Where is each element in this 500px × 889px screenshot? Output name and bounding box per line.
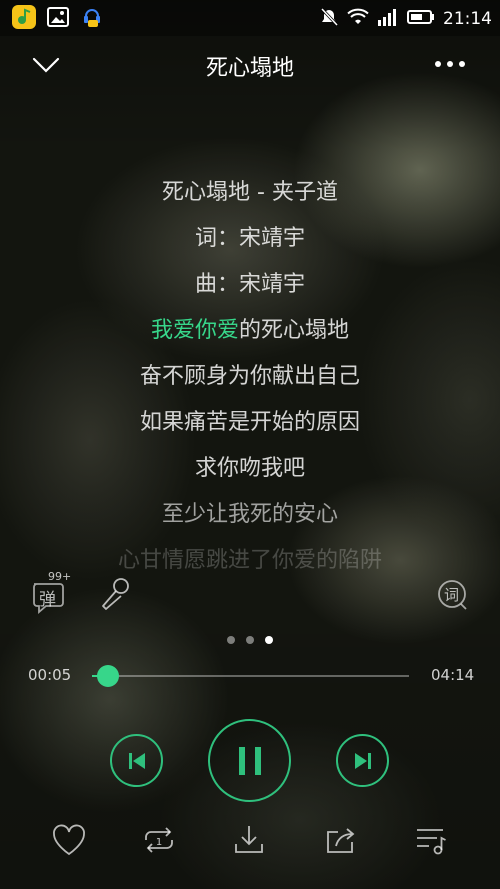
lyric-line: 曲：宋靖宇 bbox=[194, 272, 305, 297]
danmu-button[interactable]: 弹 99+ bbox=[30, 570, 72, 616]
gallery-app-icon bbox=[46, 5, 70, 29]
page-dot[interactable] bbox=[246, 636, 254, 644]
microphone-icon bbox=[102, 578, 129, 610]
lyric-line: 求你吻我吧 bbox=[194, 456, 305, 481]
play-mode-button[interactable]: 1 bbox=[140, 822, 180, 860]
lyric-unsung-part: 的死心塌地 bbox=[239, 318, 350, 343]
lyric-line: 词：宋靖宇 bbox=[194, 226, 305, 251]
status-bar: 21:14 bbox=[0, 0, 500, 36]
lyric-options-label: 词 bbox=[444, 586, 460, 604]
favorite-button[interactable] bbox=[50, 822, 90, 860]
lyric-line-current: 我爱你爱的死心塌地 bbox=[0, 308, 500, 354]
heart-icon bbox=[53, 824, 85, 856]
chat-app-icon bbox=[80, 5, 104, 29]
mute-icon bbox=[319, 7, 339, 31]
next-button[interactable] bbox=[336, 734, 389, 787]
more-dots-icon bbox=[435, 61, 465, 67]
more-button[interactable] bbox=[432, 54, 472, 78]
repeat-one-icon: 1 bbox=[145, 827, 173, 853]
lyric-line: 奋不顾身为你献出自己 bbox=[139, 364, 360, 389]
karaoke-button[interactable] bbox=[96, 572, 136, 616]
pause-icon bbox=[238, 746, 261, 775]
danmu-count-badge: 99+ bbox=[48, 570, 72, 583]
skip-next-icon bbox=[354, 752, 371, 769]
share-button[interactable] bbox=[322, 822, 362, 860]
player-header: 死心塌地 bbox=[0, 36, 500, 96]
current-time: 00:05 bbox=[28, 666, 72, 684]
download-button[interactable] bbox=[230, 822, 270, 860]
svg-text:1: 1 bbox=[156, 837, 162, 848]
qq-music-app-icon bbox=[12, 5, 36, 29]
lyrics-panel[interactable]: 死心塌地 - 夹子道 词：宋靖宇 曲：宋靖宇 我爱你爱的死心塌地 奋不顾身为你献… bbox=[0, 170, 500, 584]
signal-icon bbox=[377, 8, 399, 30]
pause-button[interactable] bbox=[208, 719, 291, 802]
danmu-label: 弹 bbox=[39, 590, 56, 610]
lyric-line: 如果痛苦是开始的原因 bbox=[139, 410, 360, 435]
page-dot[interactable] bbox=[227, 636, 235, 644]
song-title: 死心塌地 bbox=[205, 56, 294, 81]
status-time: 21:14 bbox=[443, 9, 492, 29]
lyrics-options-button[interactable]: 词 bbox=[432, 572, 472, 616]
skip-previous-icon bbox=[128, 752, 145, 769]
page-indicator bbox=[0, 636, 500, 644]
page-dot-active[interactable] bbox=[265, 636, 273, 644]
lyric-line: 心甘情愿跳进了你爱的陷阱 bbox=[117, 548, 382, 573]
wifi-icon bbox=[347, 8, 369, 30]
battery-icon bbox=[407, 9, 435, 29]
lyric-sung-part: 我爱你爱 bbox=[150, 318, 239, 343]
total-time: 04:14 bbox=[431, 666, 475, 684]
previous-button[interactable] bbox=[110, 734, 163, 787]
share-icon bbox=[327, 828, 355, 853]
seek-bar[interactable] bbox=[92, 665, 409, 687]
playlist-icon bbox=[417, 829, 446, 855]
download-icon bbox=[235, 826, 263, 853]
seek-bar-thumb[interactable] bbox=[96, 665, 119, 687]
playlist-button[interactable] bbox=[412, 822, 452, 860]
lyric-line: 至少让我死的安心 bbox=[161, 502, 338, 527]
lyric-line: 死心塌地 - 夹子道 bbox=[162, 180, 338, 205]
